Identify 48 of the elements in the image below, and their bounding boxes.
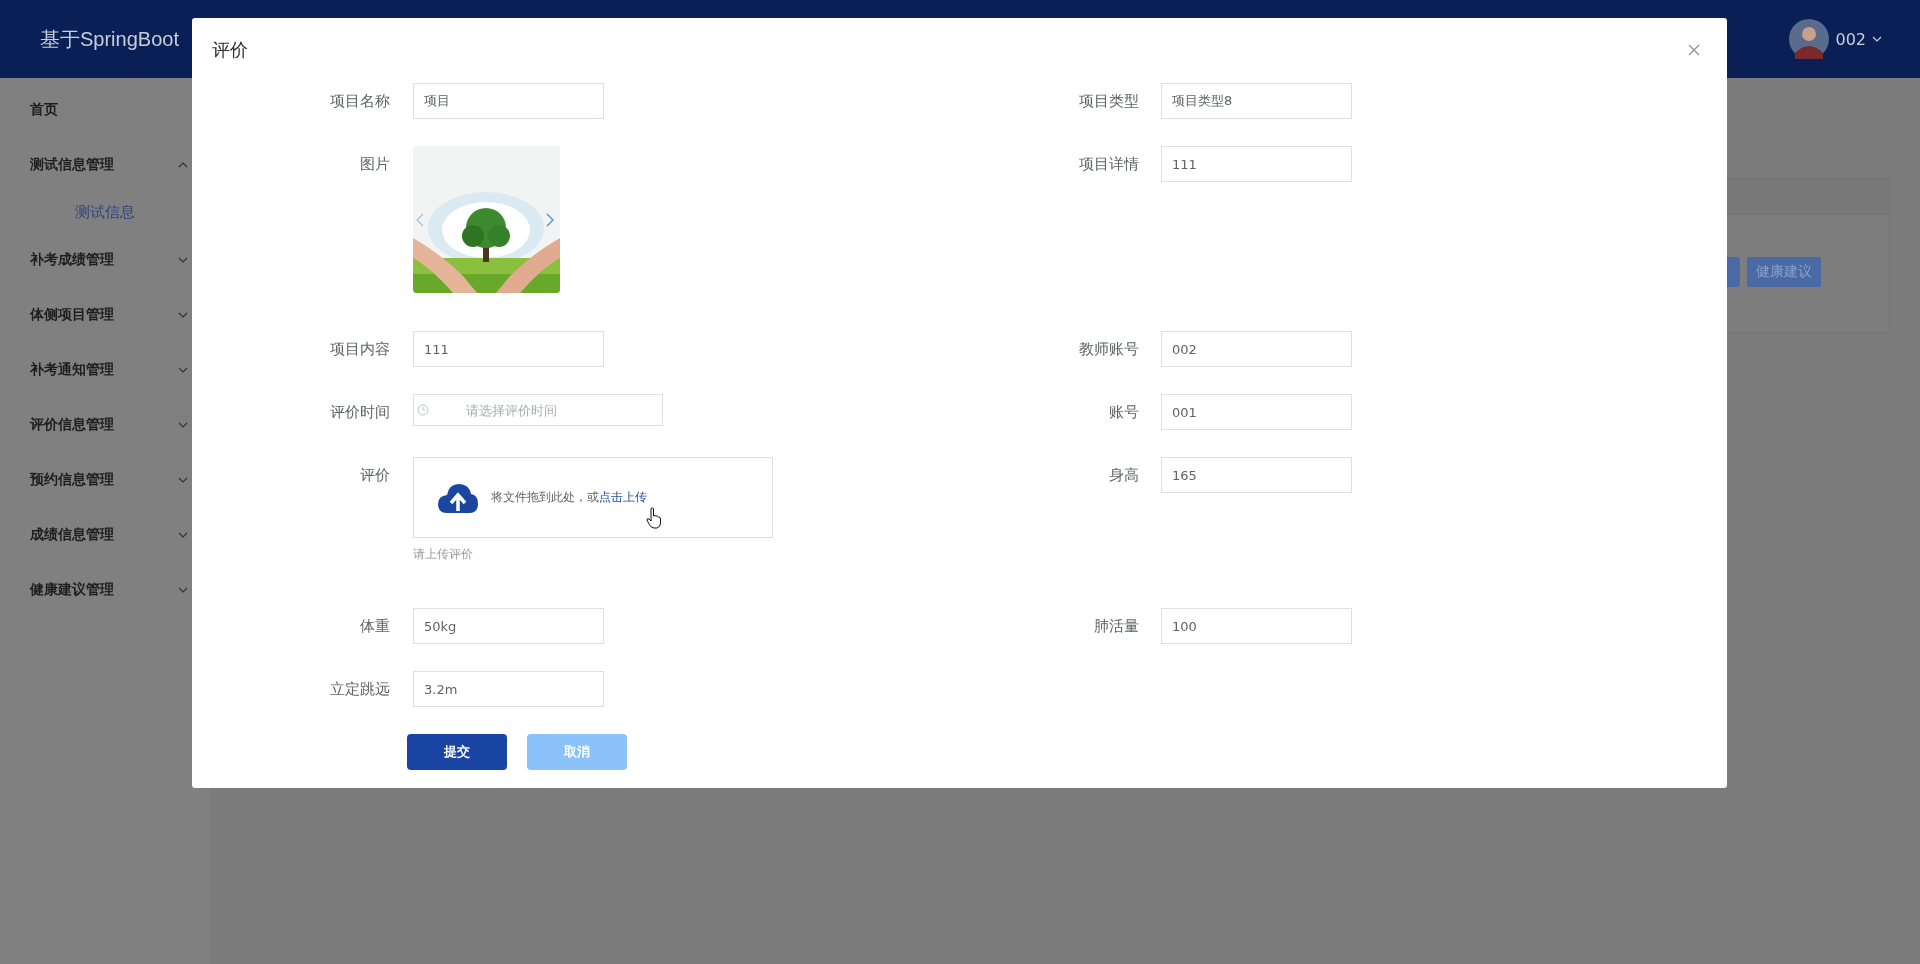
avatar-icon[interactable] xyxy=(1789,19,1830,59)
text-field[interactable]: 002 xyxy=(1161,331,1352,367)
user-name[interactable]: 002 xyxy=(1835,29,1866,49)
menu-item[interactable]: 补考通知管理 xyxy=(0,342,210,397)
text-field[interactable]: 50kg xyxy=(413,608,604,644)
text-field[interactable]: 3.2m xyxy=(413,671,604,707)
cloud-upload-icon xyxy=(437,481,479,514)
dialog-title: 评价 xyxy=(212,38,248,62)
field-label: 项目内容 xyxy=(330,340,390,358)
text-field[interactable]: 100 xyxy=(1161,608,1352,644)
menu-item[interactable]: 预约信息管理 xyxy=(0,452,210,507)
upload-prompt: 将文件拖到此处，或点击上传 xyxy=(491,489,647,506)
menu-item[interactable]: 测试信息管理 xyxy=(0,137,210,192)
submit-button[interactable]: 提交 xyxy=(407,734,507,770)
field-label: 评价时间 xyxy=(330,403,390,421)
text-field[interactable]: 111 xyxy=(1161,146,1352,182)
chevron-right-icon[interactable] xyxy=(546,213,554,227)
text-field[interactable]: 项目类型8 xyxy=(1161,83,1352,119)
app-title: 基于SpringBoot xyxy=(40,26,179,52)
menu-item[interactable]: 健康建议管理 xyxy=(0,562,210,617)
field-label: 项目名称 xyxy=(330,92,390,110)
close-icon[interactable] xyxy=(1688,44,1700,56)
caret-icon[interactable] xyxy=(1872,36,1882,42)
text-field[interactable]: 165 xyxy=(1161,457,1352,493)
field-label: 图片 xyxy=(360,155,390,173)
field-label: 账号 xyxy=(1109,403,1139,421)
text-field[interactable]: 111 xyxy=(413,331,604,367)
field-label: 立定跳远 xyxy=(330,680,390,698)
text-field[interactable]: 项目 xyxy=(413,83,604,119)
field-label: 体重 xyxy=(360,617,390,635)
menu-item[interactable]: 成绩信息管理 xyxy=(0,507,210,562)
field-label: 教师账号 xyxy=(1079,340,1139,358)
field-label: 身高 xyxy=(1109,466,1139,484)
pointer-cursor-icon xyxy=(646,507,662,529)
field-label: 项目类型 xyxy=(1079,92,1139,110)
clock-icon xyxy=(417,404,429,416)
menu-item[interactable]: 体侧项目管理 xyxy=(0,287,210,342)
upload-area[interactable]: 将文件拖到此处，或点击上传 xyxy=(413,457,773,538)
field-label: 评价 xyxy=(360,466,390,484)
upload-hint: 请上传评价 xyxy=(413,546,474,563)
field-label: 项目详情 xyxy=(1079,155,1139,173)
text-field[interactable]: 001 xyxy=(1161,394,1352,430)
date-field[interactable]: 请选择评价时间 xyxy=(413,394,663,426)
menu-item[interactable]: 补考成绩管理 xyxy=(0,232,210,287)
field-label: 肺活量 xyxy=(1094,617,1139,635)
chevron-left-icon[interactable] xyxy=(416,213,424,227)
menu-item[interactable]: 评价信息管理 xyxy=(0,397,210,452)
upload-link[interactable]: 点击上传 xyxy=(599,490,647,504)
